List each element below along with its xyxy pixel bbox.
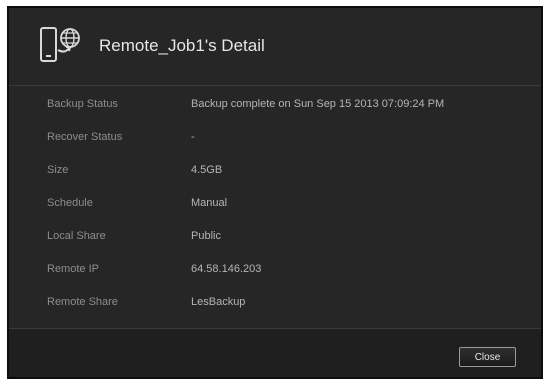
remote-ip-value: 64.58.146.203 xyxy=(191,263,262,275)
detail-dialog: Remote_Job1's Detail Backup Status Backu… xyxy=(7,6,543,379)
schedule-value: Manual xyxy=(191,197,228,209)
close-button[interactable]: Close xyxy=(459,347,516,367)
detail-row-local-share: Local Share Public xyxy=(9,228,541,261)
size-label: Size xyxy=(47,164,69,176)
local-share-label: Local Share xyxy=(47,230,106,242)
remote-backup-icon xyxy=(39,26,85,66)
detail-row-size: Size 4.5GB xyxy=(9,162,541,195)
backup-status-label: Backup Status xyxy=(47,98,118,110)
remote-ip-label: Remote IP xyxy=(47,263,99,275)
backup-status-value: Backup complete on Sun Sep 15 2013 07:09… xyxy=(191,98,445,110)
dialog-title: Remote_Job1's Detail xyxy=(99,36,265,55)
remote-share-label: Remote Share xyxy=(47,296,118,308)
local-share-value: Public xyxy=(191,230,221,242)
detail-row-recover-status: Recover Status - xyxy=(9,129,541,162)
detail-row-remote-ip: Remote IP 64.58.146.203 xyxy=(9,261,541,294)
dialog-footer: Close xyxy=(9,328,541,377)
detail-row-backup-status: Backup Status Backup complete on Sun Sep… xyxy=(9,96,541,129)
detail-row-schedule: Schedule Manual xyxy=(9,195,541,228)
detail-row-remote-share: Remote Share LesBackup xyxy=(9,294,541,327)
dialog-header: Remote_Job1's Detail xyxy=(9,8,541,86)
recover-status-label: Recover Status xyxy=(47,131,123,143)
size-value: 4.5GB xyxy=(191,164,223,176)
recover-status-value: - xyxy=(191,131,195,143)
remote-share-value: LesBackup xyxy=(191,296,246,308)
details-list: Backup Status Backup complete on Sun Sep… xyxy=(9,86,541,327)
schedule-label: Schedule xyxy=(47,197,93,209)
